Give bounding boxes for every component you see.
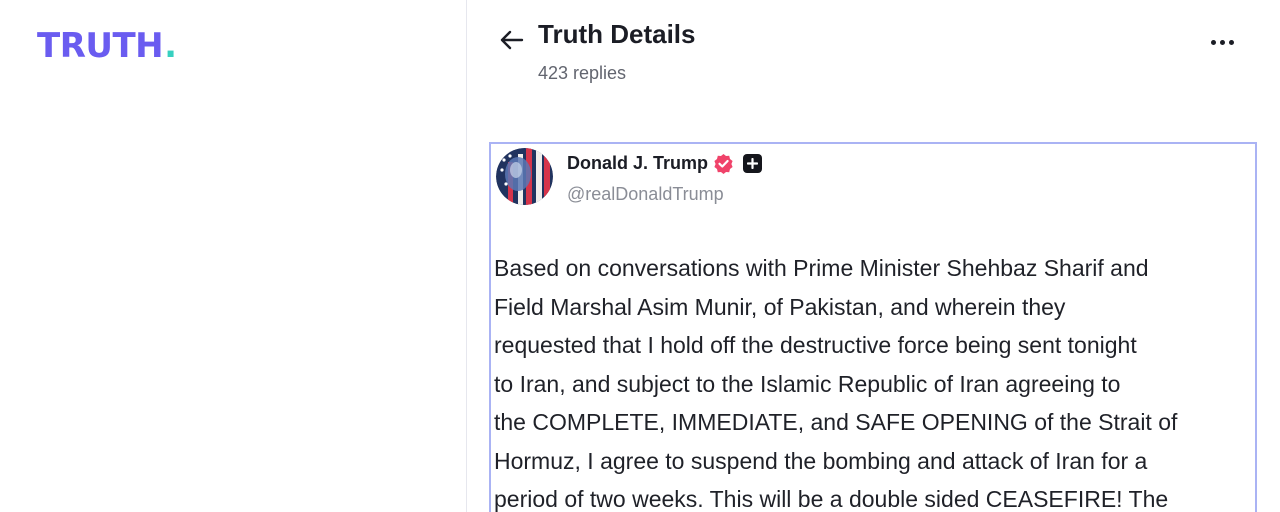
verified-badge-icon [713, 153, 734, 174]
author-avatar[interactable] [496, 148, 553, 205]
reply-count: 423 replies [538, 63, 627, 83]
more-horizontal-icon [1219, 39, 1225, 45]
post-text-line: the COMPLETE, IMMEDIATE, and SAFE OPENIN… [494, 409, 1178, 435]
page-title: Truth Details [538, 19, 696, 49]
plus-badge-icon [743, 153, 763, 173]
post-text-line: Field Marshal Asim Munir, of Pakistan, a… [494, 293, 1066, 320]
logo-dot: . [164, 26, 177, 66]
post-text-line: requested that I hold off the destructiv… [494, 332, 1137, 358]
post-text: Based on conversations with Prime Minist… [494, 249, 1254, 512]
page: TRUTH. Truth Details 423 replies Donald … [0, 0, 1280, 512]
avatar-image [496, 148, 553, 205]
page-header: Truth Details 423 replies [467, 0, 1280, 110]
post-card[interactable]: Donald J. Trump @realDonaldTrump Based o… [489, 142, 1257, 512]
post-text-line: period of two weeks. This will be a doub… [494, 486, 1169, 512]
more-horizontal-icon [1210, 39, 1216, 45]
author-name: Donald J. Trump [567, 153, 709, 173]
back-button[interactable] [497, 26, 525, 54]
author-name-row[interactable]: Donald J. Trump [567, 152, 763, 174]
arrow-left-icon [500, 30, 524, 50]
post-text-line: Based on conversations with Prime Minist… [494, 255, 1149, 281]
author-handle[interactable]: @realDonaldTrump [567, 183, 724, 205]
post-text-line: to Iran, and subject to the Islamic Repu… [494, 370, 1121, 397]
more-options-button[interactable] [1207, 30, 1237, 54]
logo-text: TRUTH [37, 26, 164, 66]
more-horizontal-icon [1228, 39, 1234, 45]
post-text-line: Hormuz, I agree to suspend the bombing a… [494, 447, 1148, 474]
truth-social-logo[interactable]: TRUTH. [37, 26, 177, 66]
